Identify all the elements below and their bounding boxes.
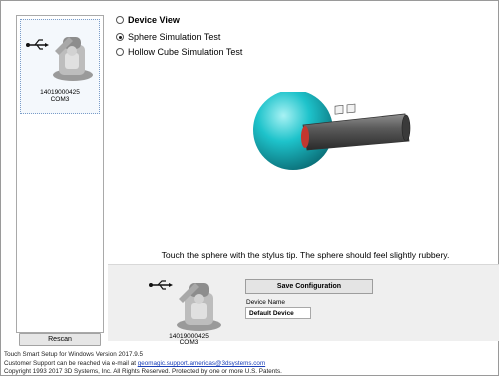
radio-sphere-simulation-test[interactable]: Sphere Simulation Test (116, 31, 220, 43)
rescan-button[interactable]: Rescan (19, 333, 101, 346)
radio-label: Sphere Simulation Test (128, 32, 221, 42)
usb-icon (26, 39, 49, 50)
stylus-tip (301, 126, 309, 148)
support-line: Customer Support can be reached via e-ma… (4, 360, 265, 367)
haptic-device-icon (26, 37, 93, 81)
device-port: COM3 (50, 96, 70, 103)
radio-label: Device View (128, 15, 180, 25)
config-device-port: COM3 (179, 339, 199, 346)
instruction-text: Touch the sphere with the stylus tip. Th… (161, 250, 450, 260)
save-configuration-button[interactable]: Save Configuration (245, 279, 373, 294)
radio-button[interactable] (116, 33, 124, 41)
radio-device-view[interactable]: Device View (116, 14, 180, 26)
support-text: Customer Support can be reached via e-ma… (4, 360, 136, 367)
radio-hollow-cube-simulation-test[interactable]: Hollow Cube Simulation Test (116, 46, 242, 58)
app-window: 14019000425 COM3 Rescan Device View Sphe… (0, 0, 499, 376)
device-list: 14019000425 COM3 (16, 15, 104, 333)
device-name-label: Device Name (246, 299, 286, 306)
sphere-simulation-view (253, 92, 411, 170)
haptic-device-icon (149, 280, 221, 331)
version-text: Touch Smart Setup for Windows Version 20… (4, 351, 143, 358)
radio-label: Hollow Cube Simulation Test (128, 47, 243, 57)
usb-icon (149, 280, 173, 290)
support-email-link[interactable]: geomagic.support.americas@3dsystems.com (138, 360, 265, 367)
device-name-field[interactable] (245, 307, 311, 319)
radio-button[interactable] (116, 16, 124, 24)
copyright-text: Copyright 1993 2017 3D Systems, Inc. All… (4, 368, 282, 375)
device-list-item[interactable]: 14019000425 COM3 (20, 19, 100, 114)
radio-button[interactable] (116, 48, 124, 56)
